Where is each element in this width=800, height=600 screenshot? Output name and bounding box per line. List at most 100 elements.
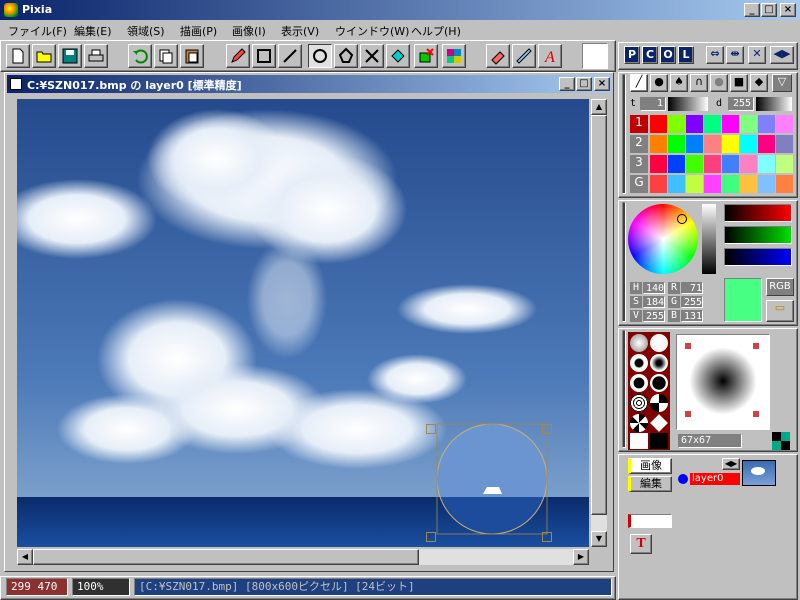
palette-row-1[interactable]: 1 xyxy=(630,115,648,133)
menu-file[interactable]: ファイル(F) xyxy=(8,23,67,39)
palette-swatch[interactable] xyxy=(668,135,685,153)
palette-swatch[interactable] xyxy=(650,155,667,173)
brush-preset-soft-icon[interactable] xyxy=(630,334,648,352)
menu-image[interactable]: 画像(I) xyxy=(232,23,266,39)
resize-horizontal-icon[interactable]: ⇔ xyxy=(706,46,724,64)
layer-visible-icon[interactable] xyxy=(678,474,688,484)
value-slider[interactable] xyxy=(702,204,716,274)
palette-swatch[interactable] xyxy=(686,175,703,193)
b-value[interactable]: 131 xyxy=(681,310,703,322)
line-tool-button[interactable] xyxy=(278,44,302,68)
palette-swatch[interactable] xyxy=(740,155,757,173)
palette-swatch[interactable] xyxy=(758,115,775,133)
palette-row-2[interactable]: 2 xyxy=(630,135,648,153)
color-panel-grip[interactable] xyxy=(622,202,626,322)
close-panel-icon[interactable]: ✕ xyxy=(748,46,766,64)
palette-swatch[interactable] xyxy=(686,115,703,133)
mode-p-button[interactable]: P xyxy=(624,46,640,64)
d-gradient-slider[interactable] xyxy=(756,97,792,111)
brush-lasso-icon[interactable]: ∩ xyxy=(690,74,708,92)
copy-button[interactable] xyxy=(154,44,178,68)
palette-swatch[interactable] xyxy=(686,155,703,173)
lasso-tool-button[interactable] xyxy=(334,44,358,68)
red-channel-bar[interactable] xyxy=(724,204,792,222)
mode-c-button[interactable]: C xyxy=(642,46,658,64)
paste-button[interactable] xyxy=(180,44,204,68)
palette-swatch[interactable] xyxy=(740,175,757,193)
brush-preset-star-icon[interactable] xyxy=(650,394,668,412)
text-input-box[interactable] xyxy=(628,514,672,528)
stamp-tool-button[interactable] xyxy=(486,44,510,68)
brush-blob-icon[interactable]: ♠ xyxy=(670,74,688,92)
palette-swatch[interactable] xyxy=(722,135,739,153)
color-mode-rgb-button[interactable]: RGB xyxy=(766,278,794,296)
palette-swatch[interactable] xyxy=(776,115,793,133)
expand-icon[interactable]: ⇹ xyxy=(726,46,744,64)
v-value[interactable]: 255 xyxy=(643,310,665,322)
brush-pen-icon[interactable]: ╱ xyxy=(630,74,648,92)
brush-preset-dot-icon[interactable] xyxy=(650,354,668,372)
vertical-scroll-thumb[interactable] xyxy=(591,115,607,515)
open-file-button[interactable] xyxy=(32,44,56,68)
image-maximize-button[interactable]: □ xyxy=(576,77,592,91)
color-wheel-cursor-icon[interactable] xyxy=(677,214,687,224)
layer-move-icon[interactable]: ◀▶ xyxy=(722,458,740,470)
scroll-down-button[interactable]: ▼ xyxy=(591,531,607,547)
image-canvas[interactable] xyxy=(17,99,589,547)
palette-swatch[interactable] xyxy=(722,155,739,173)
palette-swatch[interactable] xyxy=(758,135,775,153)
scroll-right-button[interactable]: ▶ xyxy=(573,549,589,565)
preview-handle[interactable] xyxy=(685,343,691,349)
brush-soft-icon[interactable]: ● xyxy=(710,74,728,92)
palette-swatch[interactable] xyxy=(668,175,685,193)
selection-handle[interactable] xyxy=(426,532,436,542)
preview-handle[interactable] xyxy=(753,411,759,417)
brush-preset-noise-icon[interactable] xyxy=(630,394,648,412)
palette-swatch[interactable] xyxy=(704,115,721,133)
undo-button[interactable] xyxy=(128,44,152,68)
palette-swatch[interactable] xyxy=(776,155,793,173)
image-minimize-button[interactable]: _ xyxy=(559,77,575,91)
brush-preset-black-icon[interactable] xyxy=(650,433,668,449)
brush-preset-burst-icon[interactable] xyxy=(630,414,648,432)
menu-window[interactable]: ウインドウ(W) xyxy=(335,23,409,39)
palette-swatch[interactable] xyxy=(704,175,721,193)
menu-selection[interactable]: 領域(S) xyxy=(127,23,165,39)
cross-tool-button[interactable] xyxy=(360,44,384,68)
save-file-button[interactable] xyxy=(58,44,82,68)
fill-tool-button[interactable] xyxy=(386,44,410,68)
brush-dot-icon[interactable]: ● xyxy=(650,74,668,92)
scroll-up-button[interactable]: ▲ xyxy=(591,99,607,115)
mosaic-tool-button[interactable] xyxy=(442,44,466,68)
brush-diamond-icon[interactable]: ◆ xyxy=(750,74,768,92)
t-value[interactable]: 1 xyxy=(640,97,666,111)
tab-edit[interactable]: 編集 xyxy=(628,476,672,492)
palette-row-g[interactable]: G xyxy=(630,175,648,193)
palette-swatch[interactable] xyxy=(740,115,757,133)
h-value[interactable]: 140 xyxy=(643,282,665,294)
green-channel-bar[interactable] xyxy=(724,226,792,244)
text-tool-icon[interactable]: T xyxy=(630,534,652,554)
brush-menu-icon[interactable]: ▽ xyxy=(772,74,792,92)
brush-preset-ring-icon[interactable] xyxy=(630,354,648,372)
palette-grip[interactable] xyxy=(622,74,626,194)
palette-swatch[interactable] xyxy=(704,155,721,173)
horizontal-scrollbar[interactable]: ◀ ▶ xyxy=(17,549,589,565)
palette-swatch[interactable] xyxy=(740,135,757,153)
d-value[interactable]: 255 xyxy=(728,97,754,111)
brush-grid-icon[interactable] xyxy=(772,432,790,450)
palette-swatch[interactable] xyxy=(776,175,793,193)
hue-saturation-wheel[interactable] xyxy=(628,204,698,274)
brush-preset-hard-icon[interactable] xyxy=(630,374,648,392)
eraser-tool-button[interactable] xyxy=(414,44,438,68)
palette-swatch[interactable] xyxy=(776,135,793,153)
palette-swatch[interactable] xyxy=(650,135,667,153)
palette-swatch[interactable] xyxy=(722,175,739,193)
horizontal-scroll-thumb[interactable] xyxy=(33,549,419,565)
circle-tool-button[interactable] xyxy=(308,44,332,68)
scroll-left-button[interactable]: ◀ xyxy=(17,549,33,565)
menu-edit[interactable]: 編集(E) xyxy=(74,23,112,39)
palette-swatch[interactable] xyxy=(758,155,775,173)
rect-tool-button[interactable] xyxy=(252,44,276,68)
tab-image[interactable]: 画像 xyxy=(628,458,672,474)
